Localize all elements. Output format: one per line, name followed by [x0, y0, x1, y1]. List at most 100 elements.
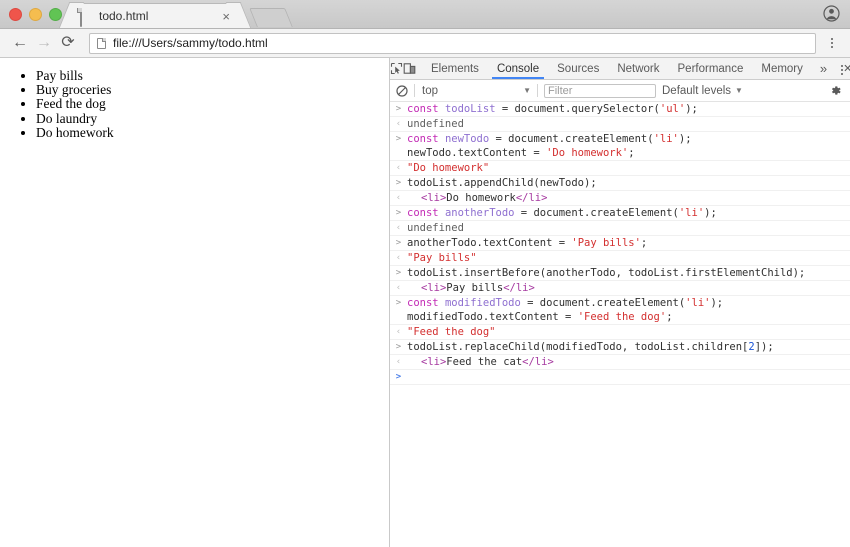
console-prompt-row[interactable]: >: [390, 370, 850, 385]
console-input-line: >todoList.appendChild(newTodo);: [390, 176, 850, 191]
prompt-arrow-icon: >: [390, 236, 407, 250]
prompt-arrow-icon: >: [390, 132, 407, 146]
code-token: 'Do homework': [546, 147, 628, 159]
console-output-line: ‹<li>Do homework</li>: [390, 191, 850, 206]
console-line-content: [407, 370, 850, 384]
list-item: Pay bills: [36, 69, 389, 83]
code-token: todoList.appendChild(newTodo);: [407, 177, 597, 189]
console-log[interactable]: >const todoList = document.querySelector…: [390, 102, 850, 547]
close-window-button[interactable]: [9, 8, 22, 21]
code-token: );: [710, 297, 723, 309]
divider: [537, 84, 538, 97]
code-token: 'li': [685, 297, 710, 309]
close-devtools-icon[interactable]: ✕: [843, 58, 850, 79]
log-levels-selector[interactable]: Default levels ▼: [662, 85, 743, 97]
prompt-arrow-icon: >: [390, 206, 407, 220]
console-line-content: "Feed the dog": [407, 325, 850, 339]
console-line-content: "Do homework": [407, 161, 850, 175]
prompt-arrow-icon: >: [390, 296, 407, 310]
code-token: "Pay bills": [407, 252, 477, 264]
code-token: </li>: [522, 356, 554, 368]
more-tabs-icon[interactable]: »: [812, 58, 835, 79]
reload-icon[interactable]: ⟳: [56, 31, 80, 55]
forward-icon[interactable]: →: [32, 31, 56, 55]
code-token: "Feed the dog": [407, 326, 496, 338]
page-icon: [80, 9, 92, 23]
code-token: );: [679, 133, 692, 145]
inspect-element-icon[interactable]: [390, 58, 403, 79]
code-token: ;: [628, 147, 634, 159]
device-toolbar-icon[interactable]: [403, 58, 416, 79]
code-token: "Do homework": [407, 162, 489, 174]
code-token: todoList.replaceChild(modifiedTodo, todo…: [407, 341, 748, 353]
address-bar[interactable]: file:///Users/sammy/todo.html: [89, 33, 816, 54]
code-token: todoList: [445, 103, 496, 115]
console-input-line: >const modifiedTodo = document.createEle…: [390, 296, 850, 325]
code-token: newTodo.textContent =: [407, 147, 546, 159]
filter-input[interactable]: [544, 84, 656, 98]
new-tab-button[interactable]: [249, 8, 293, 27]
url-text: file:///Users/sammy/todo.html: [113, 36, 268, 50]
gear-icon[interactable]: [829, 84, 850, 97]
minimize-window-button[interactable]: [29, 8, 42, 21]
browser-menu-icon[interactable]: [822, 31, 842, 55]
todo-list: Pay bills Buy groceries Feed the dog Do …: [0, 69, 389, 140]
browser-tab-todo-html[interactable]: todo.html ×: [71, 3, 239, 28]
code-token: modifiedTodo.textContent =: [407, 311, 578, 323]
console-line-content: const newTodo = document.createElement('…: [407, 132, 850, 160]
context-selector[interactable]: top ▼: [415, 85, 537, 97]
code-token: </li>: [503, 282, 535, 294]
list-item: Do laundry: [36, 112, 389, 126]
devtools-tab-bar: Elements Console Sources Network Perform…: [390, 58, 850, 80]
prompt-arrow-icon: >: [390, 370, 407, 384]
console-line-content: undefined: [407, 221, 850, 235]
close-icon[interactable]: ×: [218, 10, 230, 23]
list-item: Feed the dog: [36, 97, 389, 111]
tab-label: Elements: [431, 63, 479, 75]
code-token: const: [407, 133, 445, 145]
browser-toolbar: ← → ⟳ file:///Users/sammy/todo.html: [0, 29, 850, 58]
tab-elements[interactable]: Elements: [422, 58, 488, 79]
console-output-line: ‹undefined: [390, 117, 850, 132]
code-token: ]);: [755, 341, 774, 353]
code-token: <li>: [421, 282, 446, 294]
code-token: ;: [641, 237, 647, 249]
back-icon[interactable]: ←: [8, 31, 32, 55]
code-token: = document.createElement(: [521, 297, 685, 309]
console-input-line: >anotherTodo.textContent = 'Pay bills';: [390, 236, 850, 251]
console-line-content: <li>Feed the cat</li>: [407, 355, 850, 369]
code-token: anotherTodo.textContent =: [407, 237, 571, 249]
account-icon[interactable]: [823, 5, 840, 22]
tab-label: Network: [617, 63, 659, 75]
prompt-arrow-icon: >: [390, 176, 407, 190]
maximize-window-button[interactable]: [49, 8, 62, 21]
code-token: 'li': [654, 133, 679, 145]
code-token: = document.createElement(: [514, 207, 678, 219]
code-token: Feed the cat: [446, 356, 522, 368]
console-output-line: ‹<li>Feed the cat</li>: [390, 355, 850, 370]
code-token: 'ul': [660, 103, 685, 115]
output-arrow-icon: ‹: [390, 251, 407, 265]
output-arrow-icon: ‹: [390, 325, 407, 339]
content-area: Pay bills Buy groceries Feed the dog Do …: [0, 58, 850, 547]
page-icon: [97, 38, 106, 49]
code-token: Pay bills: [446, 282, 503, 294]
clear-console-icon[interactable]: [390, 85, 414, 97]
list-item: Buy groceries: [36, 83, 389, 97]
tab-memory[interactable]: Memory: [752, 58, 812, 79]
console-output-line: ‹<li>Pay bills</li>: [390, 281, 850, 296]
tab-label: Performance: [678, 63, 744, 75]
console-line-content: todoList.replaceChild(modifiedTodo, todo…: [407, 340, 850, 354]
console-line-content: todoList.insertBefore(anotherTodo, todoL…: [407, 266, 850, 280]
code-token: modifiedTodo: [445, 297, 521, 309]
console-input-line: >todoList.replaceChild(modifiedTodo, tod…: [390, 340, 850, 355]
tab-strip: todo.html ×: [0, 0, 850, 29]
tab-console[interactable]: Console: [488, 58, 548, 79]
console-line-content: <li>Pay bills</li>: [407, 281, 850, 295]
tab-sources[interactable]: Sources: [548, 58, 608, 79]
code-token: const: [407, 297, 445, 309]
chevron-down-icon: ▼: [523, 86, 537, 95]
tab-performance[interactable]: Performance: [669, 58, 753, 79]
tab-network[interactable]: Network: [608, 58, 668, 79]
console-line-content: const anotherTodo = document.createEleme…: [407, 206, 850, 220]
